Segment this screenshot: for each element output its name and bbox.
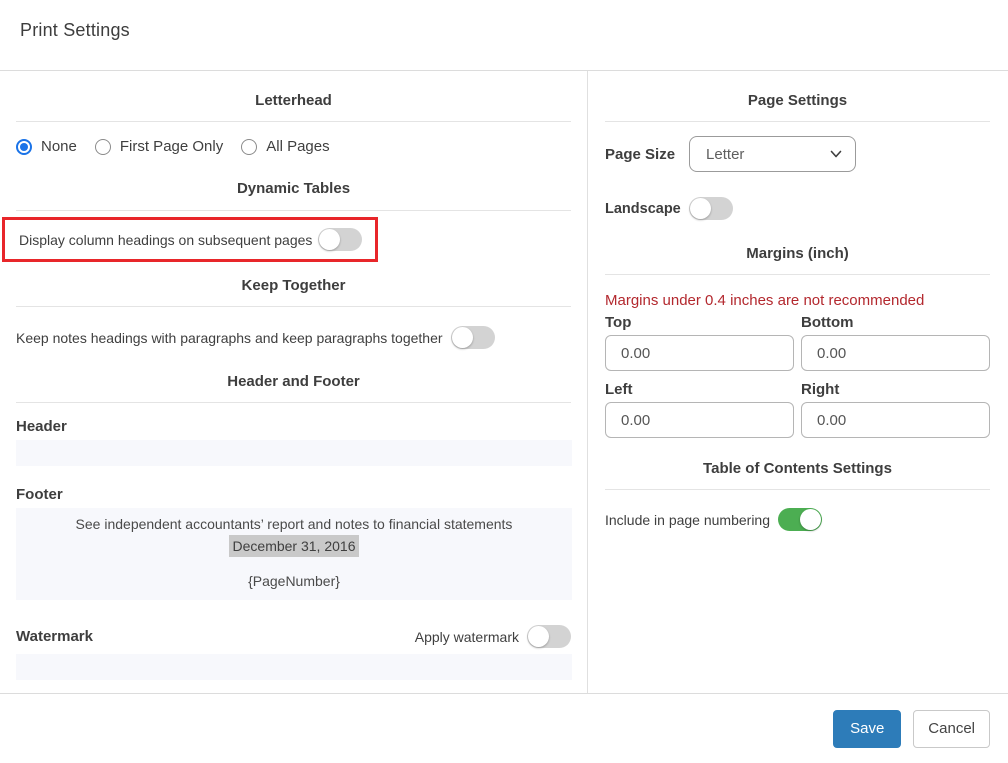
margin-right-label: Right (801, 381, 990, 398)
footer-line-2-selected: December 31, 2016 (229, 535, 360, 557)
header-footer-heading: Header and Footer (16, 373, 571, 391)
display-column-headings-label: Display column headings on subsequent pa… (19, 232, 312, 248)
dialog-body: Letterhead None First Page Only All Page… (0, 71, 1008, 693)
watermark-content-area[interactable] (16, 654, 572, 680)
letterhead-radio-group: None First Page Only All Pages (16, 138, 571, 155)
radio-option-none[interactable]: None (16, 138, 77, 155)
letterhead-heading: Letterhead (16, 92, 571, 110)
radio-icon[interactable] (95, 139, 111, 155)
toggle-knob (319, 229, 340, 250)
divider (605, 121, 990, 122)
keep-together-row: Keep notes headings with paragraphs and … (16, 326, 571, 349)
highlighted-setting-box: Display column headings on subsequent pa… (2, 217, 378, 262)
radio-label: All Pages (266, 138, 329, 155)
toggle-knob (800, 509, 821, 530)
divider (16, 121, 571, 122)
page-size-row: Page Size Letter (605, 136, 990, 172)
include-page-numbering-label: Include in page numbering (605, 512, 770, 528)
save-button[interactable]: Save (833, 710, 901, 748)
divider (16, 402, 571, 403)
landscape-toggle[interactable] (689, 197, 733, 220)
dynamic-tables-heading: Dynamic Tables (16, 180, 571, 198)
page-size-label: Page Size (605, 146, 675, 163)
apply-watermark-toggle[interactable] (527, 625, 571, 648)
landscape-label: Landscape (605, 201, 681, 217)
cancel-button[interactable]: Cancel (913, 710, 990, 748)
divider (605, 489, 990, 490)
keep-together-heading: Keep Together (16, 277, 571, 295)
margins-grid: Top Bottom Left Right (605, 314, 990, 438)
toggle-knob (690, 198, 711, 219)
margin-top-input[interactable] (605, 335, 794, 371)
radio-option-first-page-only[interactable]: First Page Only (95, 138, 223, 155)
page-title: Print Settings (20, 20, 1008, 41)
radio-label: None (41, 138, 77, 155)
margin-left-input[interactable] (605, 402, 794, 438)
apply-watermark-label: Apply watermark (415, 629, 519, 645)
dialog-header: Print Settings (0, 0, 1008, 71)
margins-heading: Margins (inch) (605, 245, 990, 263)
divider (605, 274, 990, 275)
radio-option-all-pages[interactable]: All Pages (241, 138, 329, 155)
keep-notes-toggle[interactable] (451, 326, 495, 349)
radio-label: First Page Only (120, 138, 223, 155)
margin-bottom-input[interactable] (801, 335, 990, 371)
header-content-area[interactable] (16, 440, 572, 466)
divider (16, 306, 571, 307)
margin-top-label: Top (605, 314, 794, 331)
margins-warning: Margins under 0.4 inches are not recomme… (605, 292, 990, 310)
display-column-headings-toggle[interactable] (318, 228, 362, 251)
footer-line-1: See independent accountants’ report and … (16, 514, 572, 535)
radio-icon[interactable] (16, 139, 32, 155)
include-page-numbering-row: Include in page numbering (605, 508, 990, 531)
toc-settings-heading: Table of Contents Settings (605, 460, 990, 478)
footer-label: Footer (16, 486, 571, 503)
footer-content-area[interactable]: See independent accountants’ report and … (16, 508, 572, 600)
margin-right-input[interactable] (801, 402, 990, 438)
watermark-row: Watermark Apply watermark (16, 625, 571, 648)
dialog-footer: Save Cancel (0, 693, 1008, 763)
chevron-down-icon (829, 147, 843, 161)
page-size-value: Letter (706, 146, 829, 163)
margin-bottom-label: Bottom (801, 314, 990, 331)
keep-notes-label: Keep notes headings with paragraphs and … (16, 330, 443, 346)
radio-icon[interactable] (241, 139, 257, 155)
landscape-row: Landscape (605, 197, 990, 220)
margin-left-label: Left (605, 381, 794, 398)
print-settings-dialog: Print Settings Letterhead None First Pag… (0, 0, 1008, 763)
toggle-knob (528, 626, 549, 647)
header-label: Header (16, 418, 571, 435)
left-column: Letterhead None First Page Only All Page… (0, 71, 588, 693)
watermark-label: Watermark (16, 628, 93, 645)
page-size-select[interactable]: Letter (689, 136, 856, 172)
include-page-numbering-toggle[interactable] (778, 508, 822, 531)
right-column: Page Settings Page Size Letter Landscape… (588, 71, 1008, 693)
toggle-knob (452, 327, 473, 348)
footer-line-3: {PageNumber} (16, 571, 572, 592)
page-settings-heading: Page Settings (605, 92, 990, 110)
